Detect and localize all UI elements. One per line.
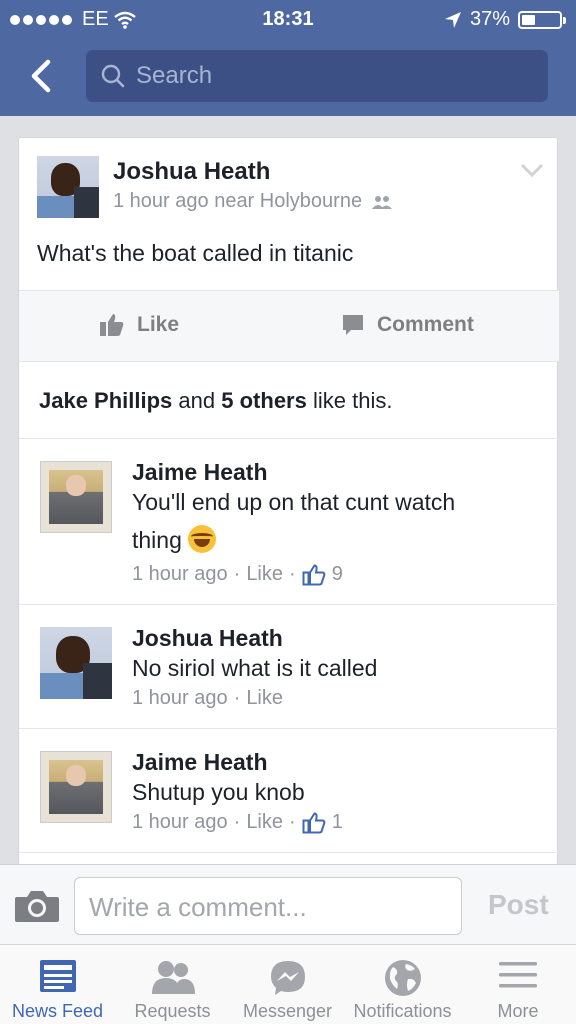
friends-privacy-icon [372,195,393,209]
post-button[interactable]: Post [488,889,549,921]
meta-separator: · [289,563,296,585]
thumbs-up-outline-icon [302,563,326,585]
back-arrow-icon[interactable] [24,56,64,96]
avatar[interactable] [40,627,112,699]
meta-separator: · [289,811,296,833]
likes-and: and [178,388,216,413]
comment-like-link[interactable]: Like [246,687,283,710]
battery-icon [518,10,566,29]
like-button[interactable]: Like [99,313,179,337]
post-text: What's the boat called in titanic [37,240,354,266]
avatar[interactable] [37,156,99,218]
comment-divider [19,852,559,854]
post-actions: Like Comment [19,290,559,362]
thumbs-up-outline-icon [302,811,326,833]
tab-label: Messenger [242,1001,333,1021]
tab-messenger[interactable]: Messenger [230,945,345,1024]
tab-more[interactable]: More [460,945,576,1024]
comment-text-line: thing [132,527,182,553]
comment-input[interactable]: Write a comment... [74,877,462,935]
post-card: Joshua Heath 1 hour ago near Holybourne … [18,137,559,864]
meta-separator: · [233,687,241,709]
tab-news-feed[interactable]: News Feed [0,945,115,1024]
friend-requests-icon [151,961,195,994]
likes-others[interactable]: 5 others [221,388,307,413]
post-author[interactable]: Joshua Heath [113,158,270,186]
top-bar: EE 18:31 37% Search [0,0,576,116]
search-placeholder: Search [136,62,213,89]
comment-meta: 1 hour ago · Like [132,687,283,710]
comment-like-count: 9 [331,563,343,585]
comment-text: You'll end up on that cunt watch thing [132,483,532,559]
search-input[interactable]: Search [86,50,548,102]
chevron-down-icon[interactable] [521,164,543,178]
comment-time: 1 hour ago [132,687,228,709]
comment-author[interactable]: Joshua Heath [132,625,283,652]
comment-text-line: No siriol what is it called [132,655,378,681]
comment-item: Jaime Heath You'll end up on that cunt w… [19,438,559,604]
like-label: Like [137,313,180,336]
comment-time: 1 hour ago [132,811,228,833]
comment-meta: 1 hour ago · Like · 1 [132,811,343,834]
thumbs-up-icon [100,314,124,336]
comment-time: 1 hour ago [132,563,228,585]
post-detail: Joshua Heath 1 hour ago near Holybourne … [0,116,576,864]
comment-composer: Write a comment... Post [0,864,576,944]
comment-text-line: Shutup you knob [132,779,305,805]
avatar[interactable] [40,751,112,823]
tab-requests[interactable]: Requests [115,945,230,1024]
tab-label: Notifications [353,1001,452,1021]
location-arrow-icon [444,11,461,28]
comment-text: No siriol what is it called [132,649,532,687]
comment-input-placeholder: Write a comment... [89,892,307,922]
meta-separator: · [233,811,241,833]
avatar[interactable] [40,461,112,533]
comment-like-link[interactable]: Like [246,563,283,586]
comment-meta: 1 hour ago · Like · 9 [132,563,343,586]
tab-label: News Feed [11,1001,104,1021]
comment-author[interactable]: Jaime Heath [132,459,268,486]
menu-icon [499,962,537,988]
camera-icon[interactable] [14,889,60,923]
comment-text-line: You'll end up on that cunt watch [132,489,456,515]
comment-button[interactable]: Comment [341,313,474,337]
status-bar: EE 18:31 37% [0,0,576,38]
globe-icon [384,960,421,996]
comment-like-link[interactable]: Like [246,811,283,834]
post-time-location: 1 hour ago near Holybourne [113,190,363,212]
comment-bubble-icon [343,315,363,335]
post-meta: 1 hour ago near Holybourne [113,190,394,213]
battery-percent: 37% [469,8,510,30]
likes-summary[interactable]: Jake Phillips and 5 others like this. [39,388,392,414]
comment-label: Comment [377,313,474,336]
post-header: Joshua Heath 1 hour ago near Holybourne [19,138,559,230]
tab-label: More [497,1001,539,1021]
comment-item: Jaime Heath Shutup you knob 1 hour ago ·… [19,728,559,852]
search-icon [101,64,125,88]
tab-bar: News Feed Requests Messenger Notificatio… [0,944,576,1024]
battery-info: 37% [444,8,566,31]
messenger-icon [270,961,305,995]
tab-notifications[interactable]: Notifications [345,945,460,1024]
comment-item: Joshua Heath No siriol what is it called… [19,604,559,728]
laughing-tears-emoji-icon [187,525,216,553]
tab-label: Requests [134,1001,211,1021]
liker-name[interactable]: Jake Phillips [39,388,172,413]
meta-separator: · [233,563,241,585]
comment-text: Shutup you knob [132,773,532,811]
comment-author[interactable]: Jaime Heath [132,749,268,776]
comment-like-count: 1 [331,811,343,833]
news-feed-icon [39,960,76,992]
likes-suffix: like this. [312,388,393,413]
